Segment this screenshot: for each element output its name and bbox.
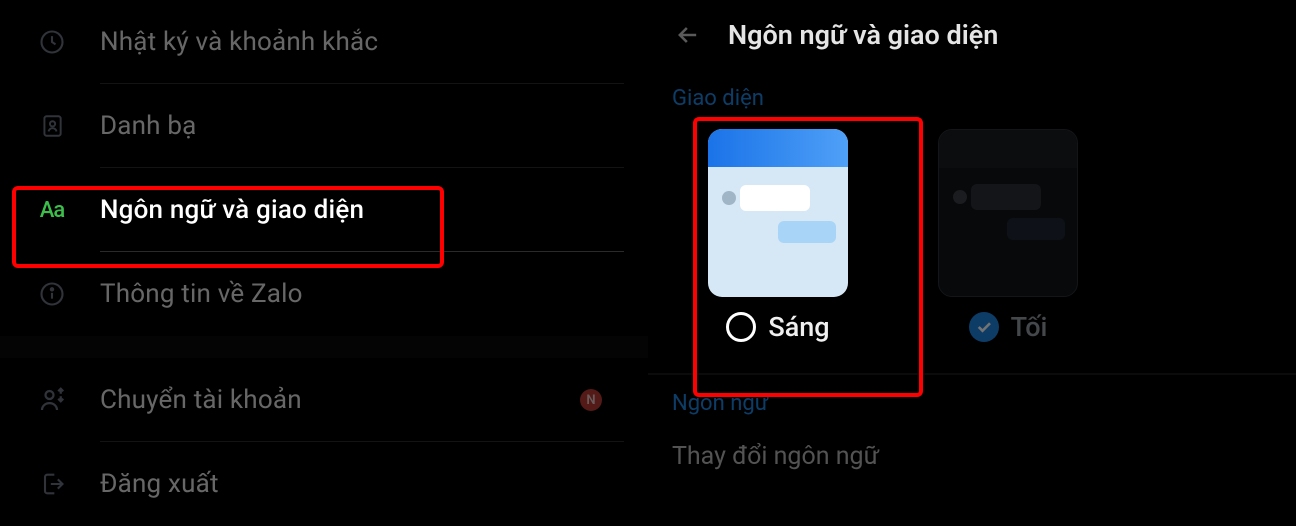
menu-label: Thông tin về Zalo (100, 279, 303, 309)
radio-checked-icon (969, 312, 999, 342)
switch-user-icon (36, 384, 68, 416)
theme-option-dark[interactable]: Tối (938, 129, 1078, 343)
menu-label: Đăng xuất (100, 469, 219, 499)
page-title: Ngôn ngữ và giao diện (728, 19, 998, 51)
logout-icon (36, 468, 68, 500)
address-book-icon (36, 110, 68, 142)
info-icon (36, 278, 68, 310)
clock-icon (36, 26, 68, 58)
new-badge: N (580, 389, 602, 411)
theme-option-light[interactable]: Sáng (708, 129, 848, 343)
panel-header: Ngôn ngữ và giao diện (648, 0, 1296, 70)
change-language-label: Thay đổi ngôn ngữ (672, 442, 879, 471)
menu-label: Ngôn ngữ và giao diện (100, 195, 364, 225)
change-language-row[interactable]: Thay đổi ngôn ngữ (648, 424, 1296, 471)
theme-radio-dark[interactable]: Tối (969, 311, 1048, 343)
menu-item-contacts[interactable]: Danh bạ (0, 84, 648, 168)
language-ui-panel: Ngôn ngữ và giao diện Giao diện Sáng (648, 0, 1296, 509)
theme-light-label: Sáng (768, 311, 829, 343)
section-lang-label: Ngôn ngữ (648, 375, 1296, 424)
menu-item-switch-account[interactable]: Chuyển tài khoản N (0, 358, 648, 442)
theme-preview-dark (938, 129, 1078, 297)
back-icon[interactable] (672, 19, 704, 51)
theme-preview-light (708, 129, 848, 297)
menu-label: Danh bạ (100, 111, 196, 141)
menu-item-diary[interactable]: Nhật ký và khoảnh khắc (0, 0, 648, 84)
theme-dark-label: Tối (1011, 311, 1048, 343)
theme-options-row: Sáng Tối (648, 119, 1296, 373)
radio-unchecked-icon (726, 312, 756, 342)
theme-radio-light[interactable]: Sáng (726, 311, 829, 343)
typography-icon: Aa (36, 194, 68, 226)
section-theme-label: Giao diện (648, 70, 1296, 119)
section-gap (0, 336, 648, 358)
menu-item-about[interactable]: Thông tin về Zalo (0, 252, 648, 336)
divider (100, 251, 624, 252)
menu-list: Nhật ký và khoảnh khắc Danh bạ Aa Ngôn n… (0, 0, 648, 526)
menu-label: Nhật ký và khoảnh khắc (100, 27, 378, 57)
menu-item-language-ui[interactable]: Aa Ngôn ngữ và giao diện (0, 168, 648, 252)
menu-item-logout[interactable]: Đăng xuất (0, 442, 648, 526)
settings-menu-panel: Nhật ký và khoảnh khắc Danh bạ Aa Ngôn n… (0, 0, 648, 509)
menu-label: Chuyển tài khoản (100, 385, 302, 415)
